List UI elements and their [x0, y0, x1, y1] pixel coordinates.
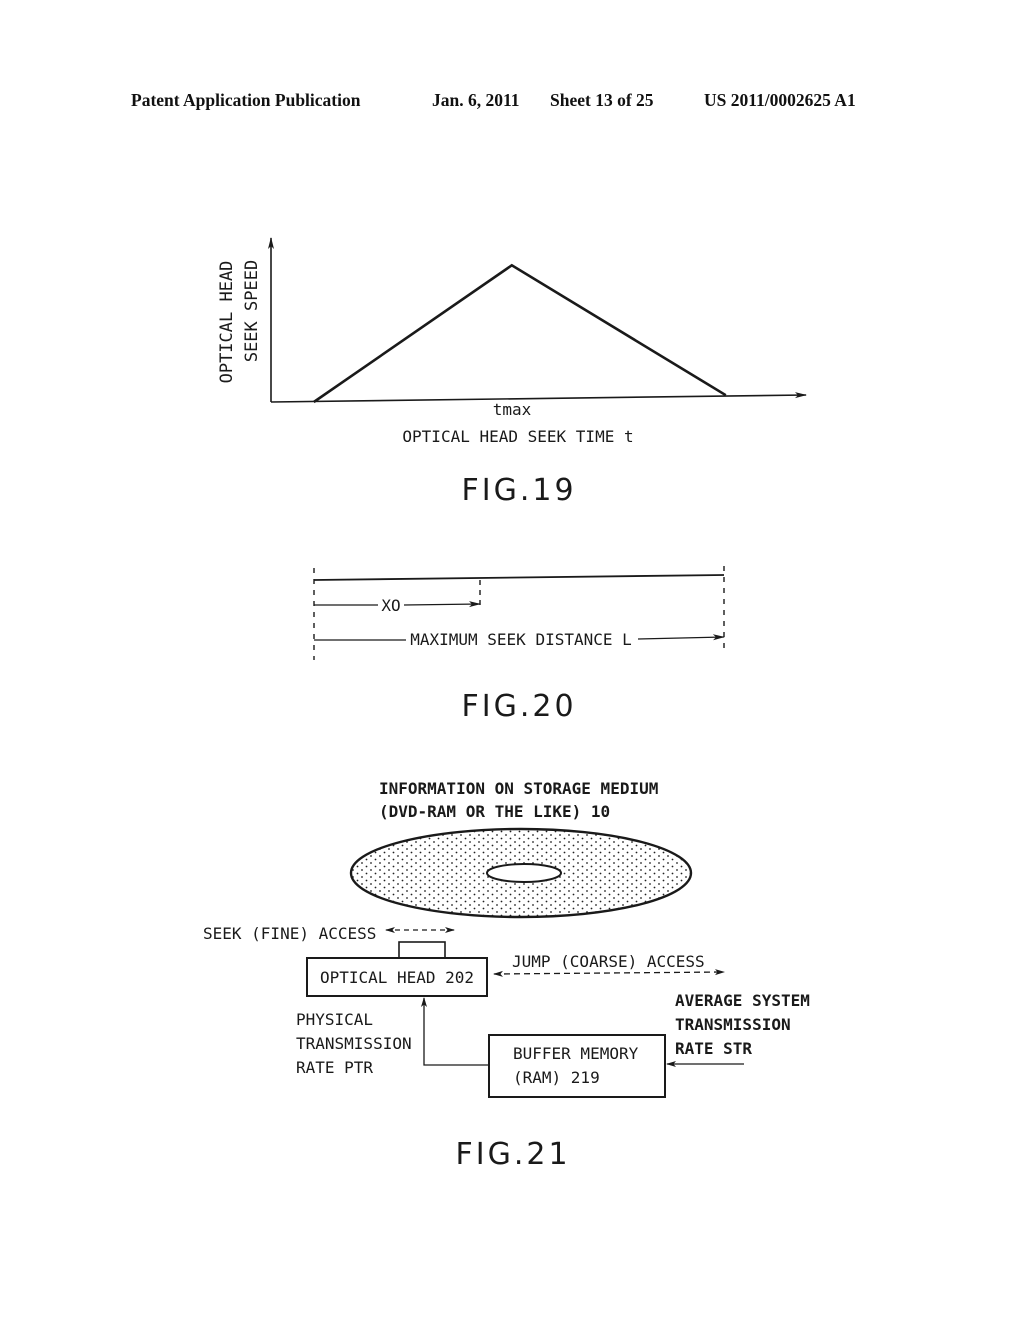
fig19-caption: FIG.19 [461, 473, 576, 508]
fig21-str-line3: RATE STR [675, 1039, 752, 1058]
fig21-caption: FIG.21 [455, 1137, 570, 1172]
buffer-memory-label-line1: BUFFER MEMORY [513, 1044, 639, 1063]
fig20-x0-arrow-right [403, 601, 481, 608]
fig21-diagram: INFORMATION ON STORAGE MEDIUM (DVD-RAM O… [203, 779, 810, 1098]
ptr-data-path-arrow [421, 997, 489, 1066]
fig19-ylabel-line2: SEEK SPEED [242, 260, 262, 362]
fig19-x-axis [270, 392, 807, 403]
fig20-max-arrow-right [637, 634, 725, 641]
fig20-diagram: XO MAXIMUM SEEK DISTANCE L [313, 566, 725, 660]
fig21-medium-label-line1: INFORMATION ON STORAGE MEDIUM [379, 779, 658, 798]
fig19-chart: OPTICAL HEAD SEEK SPEED tmax OPTICAL HEA… [217, 237, 807, 446]
optical-head-label: OPTICAL HEAD 202 [320, 968, 474, 987]
fig21-seek-label: SEEK (FINE) ACCESS [203, 924, 376, 943]
optical-head-lens-tab [398, 941, 446, 959]
fig19-speed-profile-line [313, 263, 727, 404]
fig21-ptr-line3: RATE PTR [296, 1058, 373, 1077]
fig19-xlabel: OPTICAL HEAD SEEK TIME t [402, 427, 633, 446]
fig20-track-line [313, 574, 725, 581]
fig19-tick-tmax: tmax [493, 400, 532, 419]
fig20-x0-label: XO [381, 596, 400, 615]
fig20-caption: FIG.20 [461, 689, 576, 724]
fig19-ylabel-line1: OPTICAL HEAD [217, 261, 237, 384]
fig20-max-label: MAXIMUM SEEK DISTANCE L [410, 630, 632, 649]
jump-double-arrow [493, 969, 725, 977]
drawing-sheet: OPTICAL HEAD SEEK SPEED tmax OPTICAL HEA… [203, 237, 810, 1172]
fig21-medium-label-line2: (DVD-RAM OR THE LIKE) 10 [379, 802, 610, 821]
fig21-ptr-line1: PHYSICAL [296, 1010, 373, 1029]
fig21-str-line2: TRANSMISSION [675, 1015, 791, 1034]
buffer-memory-label-line2: (RAM) 219 [513, 1068, 600, 1087]
fig21-jump-label: JUMP (COARSE) ACCESS [512, 952, 705, 971]
fig21-str-line1: AVERAGE SYSTEM [675, 991, 810, 1010]
fig21-ptr-line2: TRANSMISSION [296, 1034, 412, 1053]
disc-center-hole [486, 863, 562, 883]
